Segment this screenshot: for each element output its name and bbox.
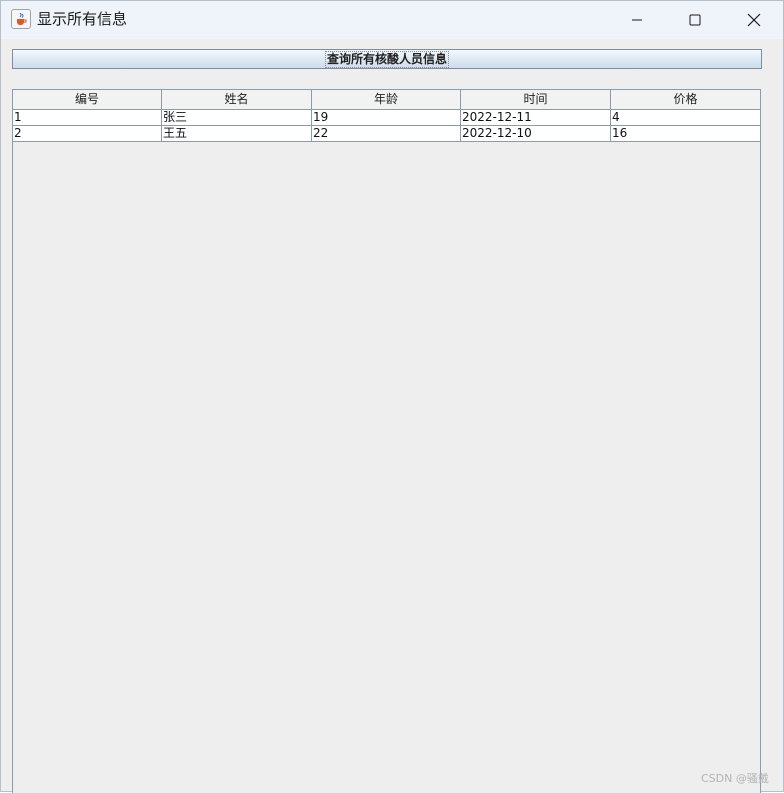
maximize-button[interactable] — [666, 1, 724, 39]
cell-name[interactable]: 王五 — [162, 126, 312, 141]
cell-age[interactable]: 19 — [312, 110, 461, 125]
table-row[interactable]: 1 张三 19 2022-12-11 4 — [13, 110, 760, 126]
column-header-price[interactable]: 价格 — [611, 90, 760, 109]
cell-id[interactable]: 1 — [13, 110, 162, 125]
column-header-age[interactable]: 年龄 — [312, 90, 461, 109]
maximize-icon — [689, 14, 701, 26]
cell-time[interactable]: 2022-12-10 — [461, 126, 611, 141]
cell-age[interactable]: 22 — [312, 126, 461, 141]
cell-time[interactable]: 2022-12-11 — [461, 110, 611, 125]
window-title: 显示所有信息 — [37, 10, 128, 28]
cell-name[interactable]: 张三 — [162, 110, 312, 125]
cell-price[interactable]: 16 — [611, 126, 760, 141]
app-window: 显示所有信息 查询所有核酸人员信息 编号 姓名 年龄 时间 价格 1 张三 19… — [0, 0, 784, 793]
table-row[interactable]: 2 王五 22 2022-12-10 16 — [13, 126, 760, 142]
close-button[interactable] — [725, 1, 783, 39]
minimize-button[interactable] — [608, 1, 666, 39]
cell-id[interactable]: 2 — [13, 126, 162, 141]
cell-price[interactable]: 4 — [611, 110, 760, 125]
column-header-time[interactable]: 时间 — [461, 90, 611, 109]
column-header-name[interactable]: 姓名 — [162, 90, 312, 109]
close-icon — [747, 13, 761, 27]
query-all-button[interactable]: 查询所有核酸人员信息 — [12, 49, 762, 69]
query-all-button-label: 查询所有核酸人员信息 — [324, 50, 449, 68]
watermark: CSDN @骚戴 — [701, 772, 769, 785]
table-header: 编号 姓名 年龄 时间 价格 — [13, 90, 760, 110]
java-cup-icon — [11, 9, 31, 29]
title-bar: 显示所有信息 — [1, 1, 783, 39]
column-header-id[interactable]: 编号 — [13, 90, 162, 109]
minimize-icon — [632, 19, 642, 21]
info-table[interactable]: 编号 姓名 年龄 时间 价格 1 张三 19 2022-12-11 4 2 王五… — [12, 89, 761, 793]
